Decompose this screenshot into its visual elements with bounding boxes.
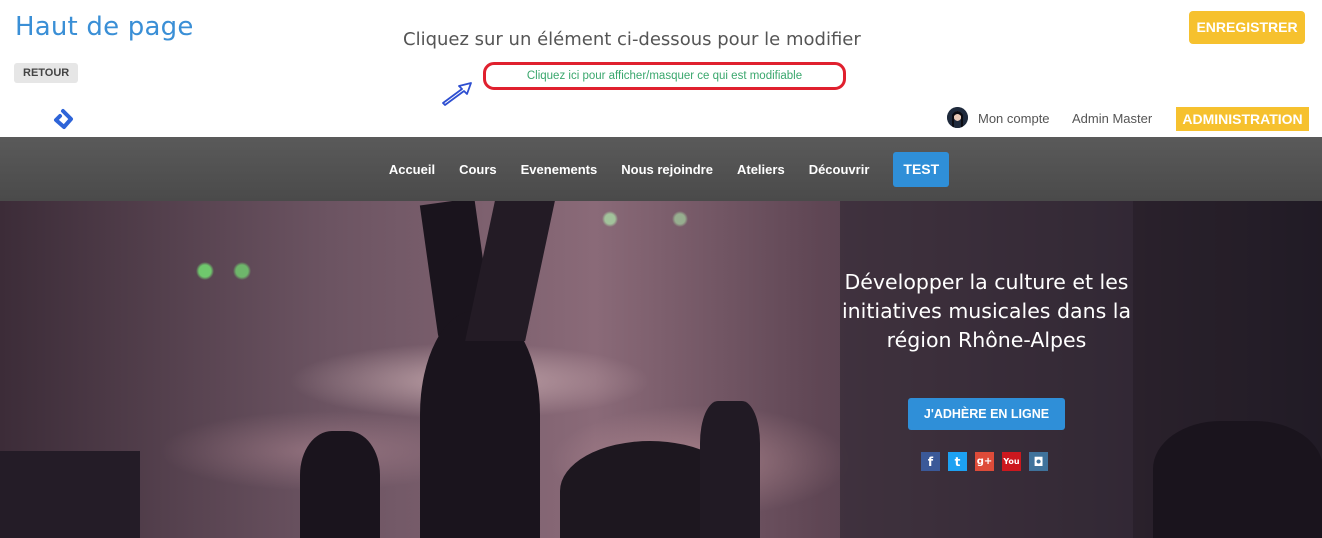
hero-banner: Développer la culture et les initiatives…: [0, 201, 1322, 538]
nav-item-test[interactable]: TEST: [893, 151, 950, 187]
nav-item-ateliers[interactable]: Ateliers: [737, 162, 785, 177]
google-plus-icon[interactable]: g+: [975, 452, 994, 471]
nav-item-cours[interactable]: Cours: [459, 162, 497, 177]
nav-items: Accueil Cours Evenements Nous rejoindre …: [0, 137, 1322, 201]
crowd-silhouette: [1153, 421, 1322, 538]
crowd-silhouette: [420, 311, 540, 538]
nav-item-evenements[interactable]: Evenements: [521, 162, 598, 177]
toggle-editable-link[interactable]: Cliquez ici pour afficher/masquer ce qui…: [483, 62, 846, 90]
administration-button[interactable]: ADMINISTRATION: [1176, 107, 1309, 131]
edit-instruction: Cliquez sur un élément ci-dessous pour l…: [403, 29, 861, 50]
social-links: f t g+ You ◘: [921, 452, 1048, 472]
main-navigation: Accueil Cours Evenements Nous rejoindre …: [0, 137, 1322, 201]
hero-text-panel: [840, 201, 1133, 538]
save-button[interactable]: ENREGISTRER: [1189, 11, 1305, 44]
nav-item-accueil[interactable]: Accueil: [389, 162, 435, 177]
site-logo-icon[interactable]: [50, 107, 76, 133]
crowd-silhouette: [700, 401, 760, 538]
account-link[interactable]: Mon compte: [978, 111, 1050, 126]
hero-headline: Développer la culture et les initiatives…: [841, 270, 1132, 352]
nav-item-nous-rejoindre[interactable]: Nous rejoindre: [621, 162, 713, 177]
youtube-icon[interactable]: You: [1002, 452, 1021, 471]
back-button[interactable]: RETOUR: [14, 63, 79, 83]
page-title: Haut de page: [15, 12, 194, 42]
page-editor: Haut de page RETOUR Cliquez sur un éléme…: [0, 0, 1322, 538]
user-avatar-icon: [947, 107, 968, 128]
admin-name[interactable]: Admin Master: [1072, 111, 1152, 126]
facebook-icon[interactable]: f: [921, 452, 940, 471]
avatar[interactable]: [947, 107, 968, 128]
join-online-button[interactable]: J'ADHÈRE EN LIGNE: [908, 398, 1065, 430]
crowd-silhouette: [0, 451, 140, 538]
crowd-silhouette: [300, 431, 380, 538]
nav-item-decouvrir[interactable]: Découvrir: [809, 162, 870, 177]
hero-right-overlay: [1133, 201, 1322, 538]
arrow-pointer-icon: [442, 82, 472, 106]
instagram-icon[interactable]: ◘: [1029, 452, 1048, 471]
twitter-icon[interactable]: t: [948, 452, 967, 471]
